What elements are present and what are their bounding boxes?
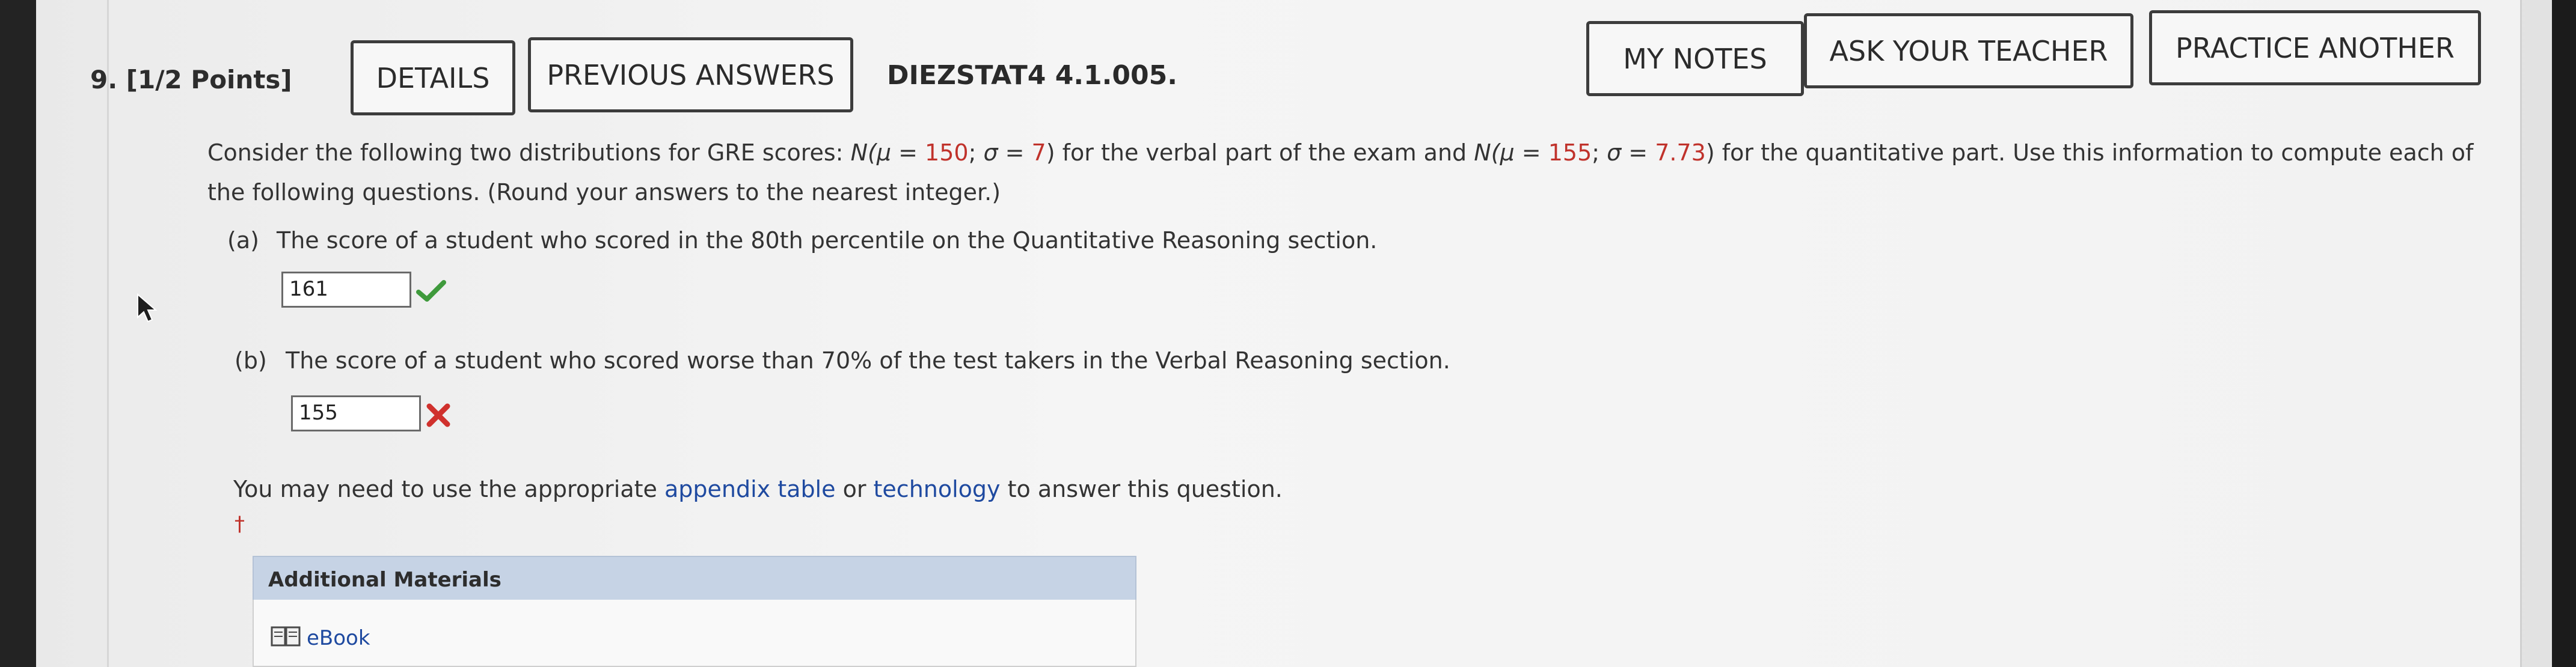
verbal-sd: 7 bbox=[1031, 139, 1046, 166]
intro-text-1: Consider the following two distributions… bbox=[207, 139, 851, 166]
ask-your-teacher-button[interactable]: ASK YOUR TEACHER bbox=[1804, 13, 2133, 88]
part-a-label: (a) bbox=[227, 227, 259, 254]
verbal-mean: 150 bbox=[925, 139, 969, 166]
part-b-answer-field[interactable]: 155 bbox=[291, 395, 421, 431]
problem-intro-line2: the following questions. (Round your ans… bbox=[207, 179, 1001, 206]
ebook-link[interactable]: eBook bbox=[307, 626, 370, 650]
help-text: You may need to use the appropriate appe… bbox=[233, 476, 1283, 502]
quant-sd: 7.73 bbox=[1655, 139, 1706, 166]
help-text-1: You may need to use the appropriate bbox=[233, 476, 665, 502]
part-b-question: The score of a student who scored worse … bbox=[286, 347, 1450, 374]
previous-answers-button[interactable]: PREVIOUS ANSWERS bbox=[528, 37, 853, 112]
part-a-question: The score of a student who scored in the… bbox=[277, 227, 1378, 254]
technology-link[interactable]: technology bbox=[874, 476, 1001, 502]
sigma-label-2: σ = bbox=[1607, 139, 1655, 166]
my-notes-button[interactable]: MY NOTES bbox=[1586, 21, 1804, 96]
question-code: DIEZSTAT4 4.1.005. bbox=[887, 60, 1177, 91]
details-button[interactable]: DETAILS bbox=[351, 40, 515, 115]
x-mark-icon bbox=[426, 403, 450, 427]
checkmark-icon bbox=[416, 280, 446, 302]
practice-another-button[interactable]: PRACTICE ANOTHER bbox=[2149, 10, 2481, 85]
part-b-label: (b) bbox=[235, 347, 267, 374]
help-text-3: to answer this question. bbox=[1000, 476, 1283, 502]
additional-materials-header: Additional Materials bbox=[253, 556, 1136, 601]
separator-2: ; bbox=[1592, 139, 1607, 166]
intro-text-3: ) for the quantitative part. Use this in… bbox=[1705, 139, 2474, 166]
problem-intro-line1: Consider the following two distributions… bbox=[207, 139, 2473, 166]
normal-n-2: N( bbox=[1474, 139, 1500, 166]
additional-materials-panel: eBook bbox=[253, 600, 1136, 667]
quant-mean: 155 bbox=[1548, 139, 1592, 166]
mouse-cursor-icon bbox=[137, 293, 158, 323]
part-a-answer-field[interactable]: 161 bbox=[281, 272, 411, 308]
appendix-table-link[interactable]: appendix table bbox=[664, 476, 835, 502]
question-number-points: 9. [1/2 Points] bbox=[90, 65, 292, 94]
mu-label-2: μ = bbox=[1500, 139, 1548, 166]
sigma-label-1: σ = bbox=[983, 139, 1032, 166]
intro-text-2: ) for the verbal part of the exam and bbox=[1046, 139, 1474, 166]
separator-1: ; bbox=[968, 139, 984, 166]
monitor-bezel-right bbox=[2552, 0, 2576, 667]
book-icon bbox=[271, 626, 301, 647]
dagger-footnote: † bbox=[235, 512, 245, 536]
normal-n-1: N( bbox=[850, 139, 877, 166]
mu-label-1: μ = bbox=[876, 139, 925, 166]
help-text-2: or bbox=[835, 476, 874, 502]
